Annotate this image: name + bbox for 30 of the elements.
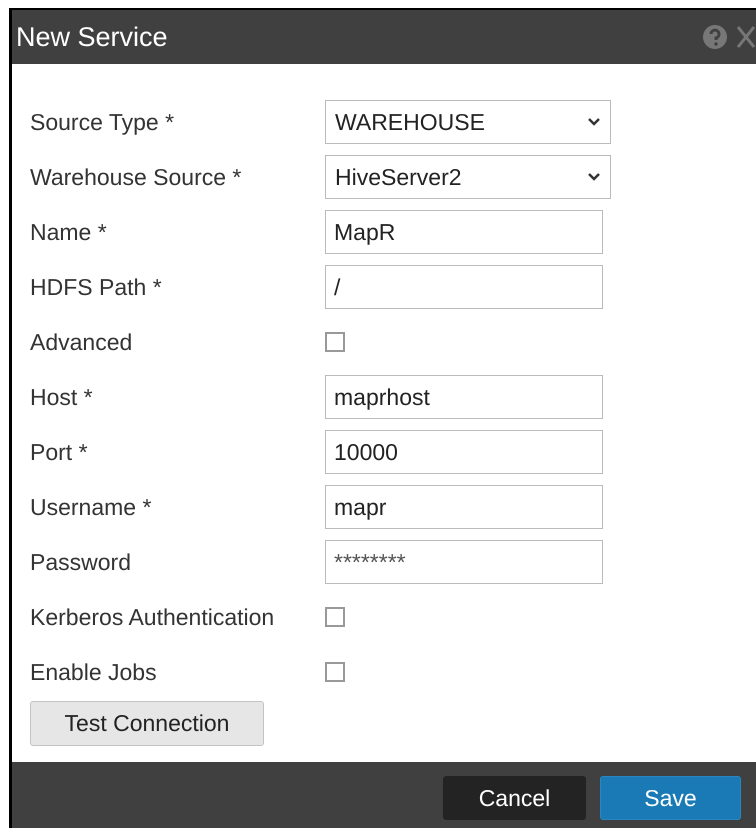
field-label: Advanced xyxy=(30,328,134,357)
chevron-down-icon xyxy=(587,172,601,182)
window-title: New Service xyxy=(16,20,168,54)
field-label: Password xyxy=(30,548,132,577)
field-label: Name * xyxy=(30,218,108,247)
input-field[interactable]: / xyxy=(325,265,603,309)
password-field[interactable]: ******** xyxy=(325,540,603,584)
field-label: Username * xyxy=(30,492,152,522)
input-field[interactable]: MapR xyxy=(325,210,603,254)
checkbox[interactable] xyxy=(325,607,345,627)
field-label: Warehouse Source * xyxy=(30,162,242,192)
field-label: Host * xyxy=(30,382,94,412)
field-label: HDFS Path * xyxy=(30,272,163,302)
dropdown[interactable]: HiveServer2 xyxy=(325,155,611,199)
test-connection-button[interactable]: Test Connection xyxy=(30,701,264,746)
input-field[interactable]: 10000 xyxy=(325,430,603,474)
chevron-down-icon xyxy=(587,117,601,127)
field-label: Source Type * xyxy=(30,108,176,137)
input-field[interactable]: maprhost xyxy=(325,375,603,419)
checkbox[interactable] xyxy=(325,662,345,682)
field-label: Kerberos Authentication xyxy=(30,602,276,632)
field-label: Enable Jobs xyxy=(30,658,158,687)
input-field[interactable]: mapr xyxy=(325,485,603,529)
save-button[interactable]: Save xyxy=(600,776,741,820)
help-icon[interactable] xyxy=(702,24,728,50)
dropdown[interactable]: WAREHOUSE xyxy=(325,100,611,144)
field-label: Port * xyxy=(30,438,89,467)
cancel-button[interactable]: Cancel xyxy=(443,776,586,820)
checkbox[interactable] xyxy=(325,332,345,352)
close-icon[interactable] xyxy=(736,25,756,49)
